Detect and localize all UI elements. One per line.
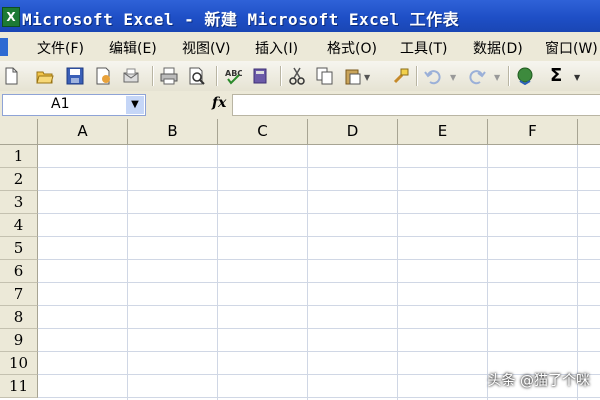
toolbar-separator	[416, 66, 418, 86]
worksheet-grid: A B C D E F 1 2 3 4 5 6 7 8 9 10 11	[0, 119, 600, 400]
column-header-c[interactable]: C	[218, 119, 308, 145]
cell-area[interactable]	[38, 145, 600, 400]
window-title: Microsoft Excel - 新建 Microsoft Excel 工作表	[22, 10, 460, 29]
save-icon[interactable]	[66, 67, 84, 85]
row-header-11[interactable]: 11	[0, 375, 38, 398]
menu-tools[interactable]: 工具(T)	[400, 38, 447, 58]
row-header-10[interactable]: 10	[0, 352, 38, 375]
toolbar-separator	[216, 66, 218, 86]
menu-format[interactable]: 格式(O)	[327, 38, 377, 58]
name-box[interactable]: A1 ▼	[2, 94, 146, 116]
spelling-icon[interactable]: ABC	[224, 67, 242, 85]
column-header-g[interactable]	[578, 119, 600, 145]
excel-app-icon[interactable]: X	[2, 7, 20, 27]
column-header-b[interactable]: B	[128, 119, 218, 145]
watermark: 头条 @猫了个咪	[487, 373, 590, 389]
paste-dropdown-arrow-icon[interactable]: ▼	[364, 73, 370, 82]
menu-bar: 文件(F) 编辑(E) 视图(V) 插入(I) 格式(O) 工具(T) 数据(D…	[0, 32, 600, 62]
menu-file[interactable]: 文件(F)	[37, 38, 84, 58]
autosum-dropdown-arrow-icon[interactable]: ▼	[574, 73, 580, 82]
undo-dropdown-arrow-icon[interactable]: ▼	[450, 73, 456, 82]
column-header-e[interactable]: E	[398, 119, 488, 145]
row-header-2[interactable]: 2	[0, 168, 38, 191]
row-header-8[interactable]: 8	[0, 306, 38, 329]
redo-dropdown-arrow-icon[interactable]: ▼	[494, 73, 500, 82]
format-painter-icon[interactable]	[392, 67, 410, 85]
row-header-9[interactable]: 9	[0, 329, 38, 352]
menu-grip-icon	[0, 38, 8, 56]
svg-text:ABC: ABC	[225, 69, 242, 78]
toolbar-separator	[508, 66, 510, 86]
print-preview-icon[interactable]	[188, 67, 206, 85]
permission-icon[interactable]	[94, 67, 112, 85]
toolbar-separator	[152, 66, 154, 86]
formula-bar: A1 ▼ fx	[0, 91, 600, 120]
autosum-icon[interactable]: Σ	[550, 65, 562, 86]
column-header-d[interactable]: D	[308, 119, 398, 145]
column-header-f[interactable]: F	[488, 119, 578, 145]
menu-view[interactable]: 视图(V)	[182, 38, 231, 58]
hyperlink-icon[interactable]	[516, 67, 534, 85]
name-box-value: A1	[51, 96, 70, 112]
research-icon[interactable]	[252, 67, 270, 85]
row-header-4[interactable]: 4	[0, 214, 38, 237]
row-header-7[interactable]: 7	[0, 283, 38, 306]
row-header-6[interactable]: 6	[0, 260, 38, 283]
row-header-1[interactable]: 1	[0, 145, 38, 168]
select-all-corner[interactable]	[0, 119, 38, 145]
row-header-5[interactable]: 5	[0, 237, 38, 260]
print-icon[interactable]	[160, 67, 178, 85]
open-icon[interactable]	[36, 67, 54, 85]
paste-icon[interactable]	[344, 67, 362, 85]
column-header-a[interactable]: A	[38, 119, 128, 145]
menu-window[interactable]: 窗口(W)	[545, 38, 598, 58]
menu-edit[interactable]: 编辑(E)	[109, 38, 157, 58]
email-icon[interactable]	[122, 67, 140, 85]
row-header-3[interactable]: 3	[0, 191, 38, 214]
copy-icon[interactable]	[316, 67, 334, 85]
formula-input[interactable]	[232, 94, 600, 116]
insert-function-icon[interactable]: fx	[212, 95, 226, 111]
standard-toolbar: ABC ▼ ▼ ▼ Σ ▼	[0, 61, 600, 92]
name-box-dropdown-icon[interactable]: ▼	[126, 96, 144, 114]
redo-icon[interactable]	[468, 67, 486, 85]
new-icon[interactable]	[2, 67, 20, 85]
toolbar-separator	[280, 66, 282, 86]
undo-icon[interactable]	[424, 67, 442, 85]
title-bar[interactable]: X Microsoft Excel - 新建 Microsoft Excel 工…	[0, 0, 600, 32]
menu-insert[interactable]: 插入(I)	[255, 38, 298, 58]
menu-data[interactable]: 数据(D)	[473, 38, 523, 58]
cut-icon[interactable]	[288, 67, 306, 85]
